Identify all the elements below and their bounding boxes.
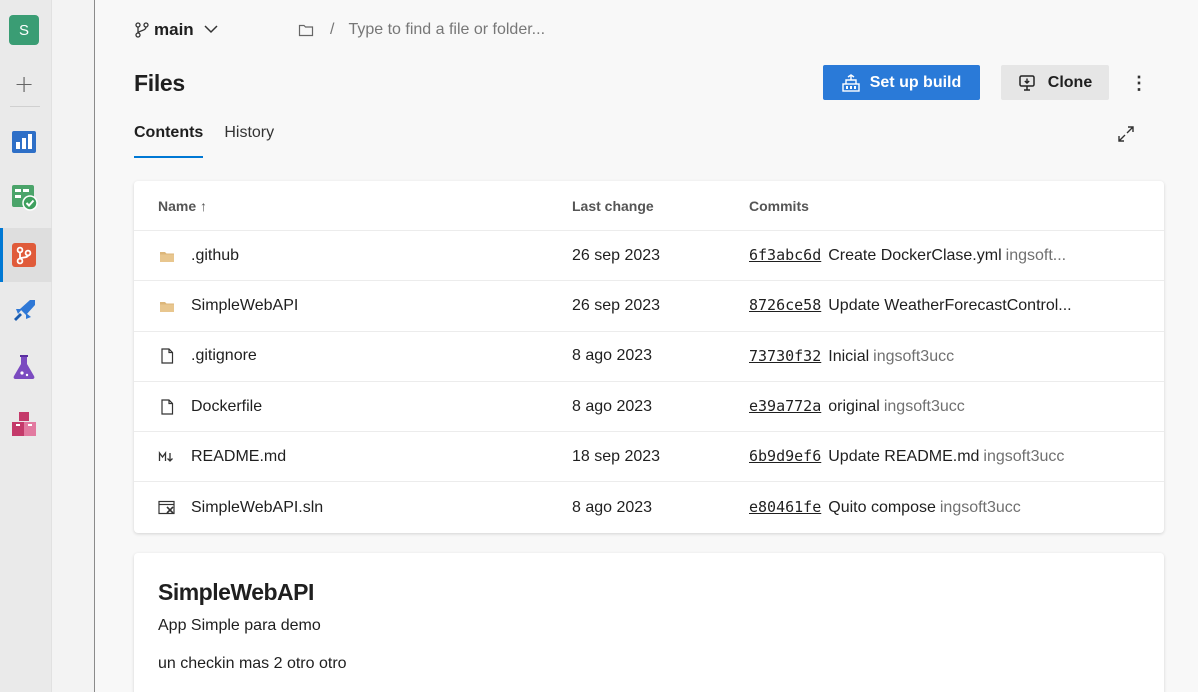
files-table: Name ↑ Last change Commits .github 26 se… [134,181,1164,533]
overview-icon[interactable] [9,126,39,156]
branch-selector[interactable]: main [134,18,218,42]
markdown-icon [158,448,176,466]
path-separator: / [330,21,335,38]
file-name[interactable]: README.md [191,448,286,466]
commit-hash-link[interactable]: 73730f32 [749,347,821,365]
repos-icon[interactable] [9,240,39,270]
org-initial: S [18,21,29,39]
clone-button[interactable]: Clone [1001,65,1109,100]
commit-cell: e80461fe Quito compose ingsoft3ucc [749,498,1108,517]
table-row[interactable]: .github 26 sep 2023 6f3abc6d Create Docke… [134,231,1164,282]
commit-hash-link[interactable]: 6f3abc6d [749,246,821,264]
commit-message: Update WeatherForecastControl... [828,297,1072,315]
commit-message: original [828,398,880,416]
commit-cell: e39a772a original ingsoft3ucc [749,397,1108,416]
column-name[interactable]: Name ↑ [158,198,207,214]
folder-icon [158,297,176,315]
commit-hash-link[interactable]: 8726ce58 [749,296,821,314]
expand-icon[interactable] [1116,124,1136,144]
org-avatar[interactable]: S [9,15,39,45]
file-name[interactable]: .github [191,247,239,265]
clone-icon [1019,74,1035,91]
last-change-date: 18 sep 2023 [572,447,661,465]
file-name[interactable]: SimpleWebAPI.sln [191,499,323,517]
file-tabs: Contents History [134,124,295,158]
path-finder: / [298,18,649,42]
commit-cell: 6b9d9ef6 Update README.md ingsoft3ucc [749,447,1108,466]
table-row[interactable]: SimpleWebAPI 26 sep 2023 8726ce58 Update … [134,281,1164,332]
commit-author: ingsoft3ucc [873,347,955,365]
page-title: Files [134,70,185,96]
last-change-date: 26 sep 2023 [572,246,661,264]
test-plans-icon[interactable] [9,352,39,382]
commit-message: Create DockerClase.yml [828,247,1002,265]
table-row[interactable]: .gitignore 8 ago 2023 73730f32 Inicial ing… [134,332,1164,382]
org-nav-rail: S + [0,0,52,692]
file-icon [158,398,176,416]
files-page: main / Files Set up build Clone ⋮ Conten… [96,0,1198,692]
more-actions-button[interactable]: ⋮ [1130,70,1148,96]
boards-icon[interactable] [9,182,39,212]
artifacts-icon[interactable] [9,409,39,439]
pipelines-icon[interactable] [9,296,39,326]
last-change-date: 8 ago 2023 [572,347,653,365]
rail-divider [10,106,40,107]
readme-paragraph: un checkin mas 2 otro otro [158,655,347,672]
tab-contents[interactable]: Contents [134,124,204,158]
file-name[interactable]: .gitignore [191,347,257,365]
last-change-date: 8 ago 2023 [572,498,653,516]
subnav-border [94,0,95,692]
table-row[interactable]: SimpleWebAPI.sln 8 ago 2023 e80461fe Quit… [134,482,1164,532]
solution-icon [158,499,176,517]
commit-hash-link[interactable]: e39a772a [749,397,821,415]
commit-message: Update README.md [828,448,980,466]
setup-build-label: Set up build [869,73,962,91]
file-icon [158,347,176,365]
commit-author: ingsoft3ucc [939,499,1021,517]
commit-message: Quito compose [828,499,936,517]
setup-build-button[interactable]: Set up build [823,65,980,100]
commit-hash-link[interactable]: 6b9d9ef6 [749,447,821,465]
commit-message: Inicial [828,347,870,365]
new-project-button[interactable]: + [9,69,39,99]
build-icon [842,73,860,92]
table-header: Name ↑ Last change Commits [134,181,1164,231]
commit-cell: 8726ce58 Update WeatherForecastControl... [749,296,1108,315]
chevron-down-icon [204,23,218,37]
file-name[interactable]: SimpleWebAPI [191,297,298,315]
commit-author: ingsoft3ucc [883,398,965,416]
last-change-date: 8 ago 2023 [572,397,653,415]
commit-cell: 73730f32 Inicial ingsoft3ucc [749,347,1108,366]
commit-hash-link[interactable]: e80461fe [749,498,821,516]
commit-author: ingsoft... [1005,247,1067,265]
column-last-change: Last change [572,197,654,214]
file-name[interactable]: Dockerfile [191,398,262,416]
folder-icon [158,247,176,265]
commit-cell: 6f3abc6d Create DockerClase.yml ingsoft... [749,246,1108,265]
last-change-date: 26 sep 2023 [572,296,661,314]
tab-history[interactable]: History [224,124,274,158]
file-search-input[interactable] [348,21,649,39]
table-row[interactable]: README.md 18 sep 2023 6b9d9ef6 Update REA… [134,432,1164,483]
commit-author: ingsoft3ucc [983,448,1065,466]
column-commits: Commits [749,197,809,214]
branch-name: main [154,20,194,39]
readme-paragraph: App Simple para demo [158,617,321,634]
folder-outline-icon [298,24,314,37]
readme-preview: SimpleWebAPI App Simple para demo un che… [134,553,1164,692]
clone-label: Clone [1047,73,1093,91]
table-row[interactable]: Dockerfile 8 ago 2023 e39a772a original in… [134,382,1164,433]
project-subnav [52,0,95,692]
readme-title: SimpleWebAPI [158,579,314,605]
branch-icon [135,22,149,38]
